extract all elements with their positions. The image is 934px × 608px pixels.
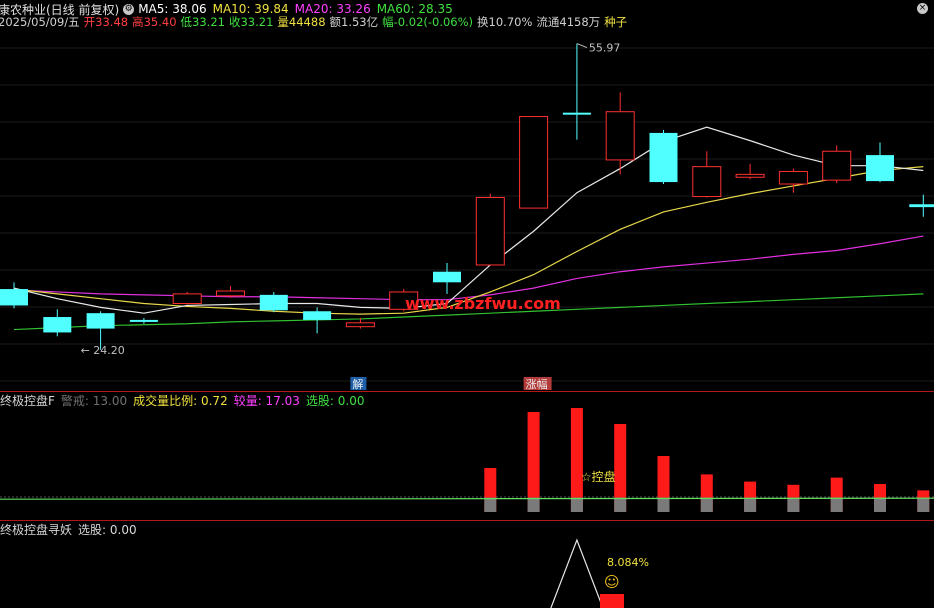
candle-body [172, 293, 202, 305]
candle-body [735, 173, 765, 178]
candle-body [649, 132, 678, 183]
candlestick-chart[interactable]: 55.97 ← 24.20 解 涨幅 www.zbzfwu.com ☆控盘 8.084% ☺ [0, 0, 934, 608]
panel2-grey-bar [614, 497, 627, 512]
candle-body [692, 166, 722, 198]
candle-body [129, 319, 158, 322]
panel3-percent: 8.084% [607, 556, 649, 569]
low-label: ← 24.20 [81, 344, 125, 357]
panel2-annotation: ☆控盘 [581, 469, 616, 484]
panel2-grey-bar [570, 497, 583, 512]
candle-body [822, 150, 852, 181]
high-pointer [576, 43, 588, 49]
high-label: 55.97 [589, 42, 621, 55]
candle-body [562, 112, 591, 115]
candle-body [43, 317, 72, 333]
panel2-grey-bar [484, 497, 497, 512]
panel2-grey-bar [527, 497, 540, 512]
ma10-line [13, 166, 924, 315]
panel2-grey-bar [787, 497, 800, 512]
candle-body [605, 111, 635, 161]
ma20-line [13, 235, 924, 301]
candle-body [345, 322, 375, 328]
candle-body [433, 271, 461, 283]
panel3-red-bar [600, 594, 624, 608]
candle-body [0, 289, 28, 306]
ma5-line [13, 126, 924, 314]
panel3-peak-line [550, 538, 604, 608]
panel2-grey-bar [657, 497, 670, 512]
watermark: www.zbzfwu.com [405, 294, 561, 313]
candle-body [259, 294, 288, 311]
candle-body [778, 170, 808, 185]
panel2-grey-bar [700, 497, 713, 512]
candle-body [475, 197, 505, 266]
tag-label: 解 [352, 377, 363, 391]
candle-body [866, 155, 894, 182]
candle-body [216, 290, 245, 297]
panel2-grey-bar [744, 497, 757, 512]
panel2-grey-bar [830, 497, 843, 512]
tag-label: 涨幅 [526, 378, 548, 391]
candle-body [909, 204, 934, 208]
panel2-grey-bar [917, 497, 930, 512]
panel2-red-bar [527, 412, 540, 512]
panel2-red-bar [570, 408, 583, 512]
smile-icon: ☺ [604, 573, 620, 591]
candle-body [519, 116, 549, 209]
candle-body [86, 313, 115, 329]
candle-body [303, 311, 332, 320]
panel2-grey-bar [874, 497, 886, 512]
